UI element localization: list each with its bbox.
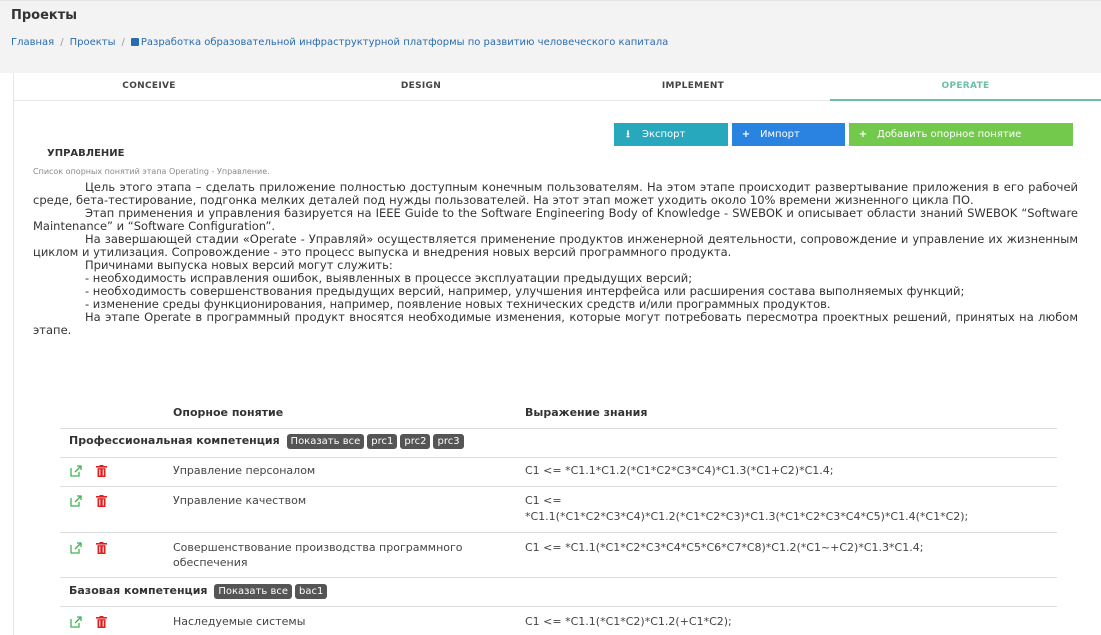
group-title: Профессиональная компетенция [69, 434, 280, 447]
stage-description: Цель этого этапа – сделать приложение по… [33, 181, 1078, 337]
delete-icon[interactable] [96, 465, 107, 477]
column-header-concept[interactable]: Опорное понятие [173, 406, 283, 419]
import-button-label: Импорт [760, 129, 800, 140]
breadcrumb: Главная / Проекты / Разработка образовательн… [11, 37, 668, 48]
table-divider [60, 532, 1057, 533]
concept-expression-continued: *C1.1(*C1*C2*C3*C4)*C1.2(*C1*C2*C3)*C1.3… [525, 510, 969, 523]
breadcrumb-separator: / [121, 37, 125, 48]
import-button[interactable]: + Импорт [732, 123, 845, 146]
download-icon: ⭳ [626, 129, 630, 140]
concept-name-continued: обеспечения [173, 556, 248, 569]
tab-design[interactable]: DESIGN [285, 73, 557, 100]
header-divider [0, 0, 1101, 1]
concept-expression: C1 <= [525, 494, 562, 507]
table-divider [60, 606, 1057, 607]
description-paragraph: Этап применения и управления базируется … [33, 206, 1078, 233]
table-divider [60, 577, 1057, 578]
delete-icon[interactable] [96, 542, 107, 554]
tab-conceive[interactable]: CONCEIVE [13, 73, 285, 100]
plus-icon: + [741, 129, 751, 140]
add-concept-button-label: Добавить опорное понятие [877, 129, 1022, 140]
description-paragraph: На завершающей стадии «Operate - Управля… [33, 232, 1078, 259]
description-paragraph: Цель этого этапа – сделать приложение по… [33, 180, 1078, 207]
concept-name: Совершенствование производства программн… [173, 541, 463, 554]
concept-name: Управление персоналом [173, 464, 316, 477]
delete-icon[interactable] [96, 495, 107, 507]
breadcrumb-projects[interactable]: Проекты [70, 37, 116, 48]
tab-implement[interactable]: IMPLEMENT [557, 73, 829, 100]
concept-name: Наследуемые системы [173, 615, 306, 628]
column-header-expression[interactable]: Выражение знания [525, 406, 647, 419]
add-concept-button[interactable]: + Добавить опорное понятие [849, 123, 1073, 146]
export-button-label: Экспорт [642, 129, 686, 140]
edit-icon[interactable] [70, 616, 82, 628]
show-all-tag[interactable]: Показать все [214, 584, 293, 599]
tag-prc1[interactable]: prc1 [367, 434, 398, 449]
tag-prc3[interactable]: prc3 [433, 434, 464, 449]
section-title: УПРАВЛЕНИЕ [47, 148, 125, 159]
group-header-professional: Профессиональная компетенция Показать вс… [69, 434, 464, 449]
plus-icon: + [858, 129, 868, 140]
concept-expression: C1 <= *C1.1(*C1*C2)*C1.2(+C1*C2); [525, 615, 732, 628]
tag-bac1[interactable]: bac1 [295, 584, 328, 599]
edit-project-icon[interactable] [130, 38, 139, 46]
table-divider [60, 457, 1057, 458]
tag-prc2[interactable]: prc2 [400, 434, 431, 449]
breadcrumb-home[interactable]: Главная [11, 37, 54, 48]
table-divider [60, 486, 1057, 487]
edit-icon[interactable] [70, 542, 82, 554]
concept-name: Управление качеством [173, 494, 307, 507]
table-divider [60, 428, 1057, 429]
phase-tabs: CONCEIVE DESIGN IMPLEMENT OPERATE [13, 73, 1101, 101]
description-paragraph: На этапе Operate в программный продукт в… [33, 310, 1078, 337]
show-all-tag[interactable]: Показать все [286, 434, 365, 449]
delete-icon[interactable] [96, 616, 107, 628]
page-title: Проекты [11, 8, 78, 23]
breadcrumb-separator: / [60, 37, 64, 48]
tab-operate[interactable]: OPERATE [830, 73, 1101, 101]
group-header-basic: Базовая компетенция Показать все bac1 [69, 584, 328, 599]
edit-icon[interactable] [70, 495, 82, 507]
concept-expression: C1 <= *C1.1(*C1*C2*C3*C4*C5*C6*C7*C8)*C1… [525, 541, 924, 554]
breadcrumb-current-project[interactable]: Разработка образовательной инфраструктур… [141, 37, 668, 48]
export-button[interactable]: ⭳ Экспорт [614, 123, 728, 146]
section-subtitle: Список опорных понятий этапа Operating -… [33, 167, 270, 176]
group-title: Базовая компетенция [69, 584, 208, 597]
edit-icon[interactable] [70, 465, 82, 477]
concept-expression: C1 <= *C1.1*C1.2(*C1*C2*C3*C4)*C1.3(*C1+… [525, 464, 834, 477]
